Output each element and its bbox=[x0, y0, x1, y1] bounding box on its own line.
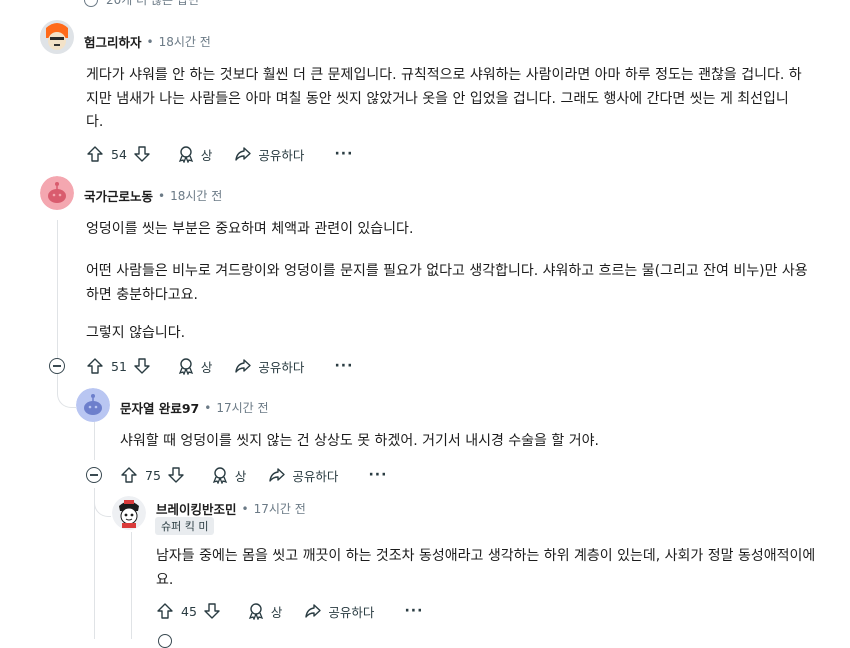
share-button[interactable]: 공유하다 bbox=[234, 357, 304, 376]
avatar[interactable] bbox=[40, 176, 74, 210]
timestamp[interactable]: 18시간 전 bbox=[159, 33, 211, 50]
share-button[interactable]: 공유하다 bbox=[234, 145, 304, 164]
avatar[interactable] bbox=[40, 20, 74, 54]
comment-meta: 국가근로노동 • 18시간 전 bbox=[84, 186, 222, 205]
thread-elbow bbox=[57, 372, 76, 408]
vote-score: 51 bbox=[111, 358, 127, 374]
upvote-icon bbox=[87, 358, 103, 374]
user-flair: 슈퍼 킥 미 bbox=[155, 517, 215, 535]
comment-meta: 문자열 완료97 • 17시간 전 bbox=[120, 398, 269, 417]
award-label: 상 bbox=[200, 147, 213, 163]
upvote-icon bbox=[157, 603, 173, 619]
share-label: 공유하다 bbox=[258, 359, 305, 375]
more-replies-label: 20개 더 많은 답변 bbox=[106, 0, 199, 7]
snoo-avatar-icon bbox=[40, 176, 74, 210]
comment-body: 남자들 중에는 몸을 씻고 깨끗이 하는 것조차 동성애라고 생각하는 하위 계… bbox=[156, 548, 816, 588]
expand-icon bbox=[84, 0, 98, 7]
downvote-icon bbox=[134, 358, 150, 374]
separator: • bbox=[146, 34, 154, 49]
avatar-character-icon bbox=[40, 20, 74, 54]
downvote-button[interactable] bbox=[203, 602, 221, 620]
upvote-button[interactable] bbox=[86, 145, 104, 163]
award-icon bbox=[178, 358, 194, 375]
separator: • bbox=[241, 501, 249, 516]
vote-score: 75 bbox=[145, 467, 161, 483]
more-options-button[interactable]: ··· bbox=[334, 146, 353, 162]
upvote-button[interactable] bbox=[86, 357, 104, 375]
timestamp[interactable]: 18시간 전 bbox=[170, 187, 222, 204]
avatar-character-icon bbox=[112, 496, 146, 530]
comment-paragraph: 그렇지 않습니다. bbox=[86, 325, 186, 341]
award-label: 상 bbox=[270, 604, 283, 620]
award-label: 상 bbox=[234, 468, 247, 484]
award-button[interactable]: 상 bbox=[177, 145, 213, 164]
author-name[interactable]: 험그리하자 bbox=[84, 32, 142, 51]
downvote-icon bbox=[134, 146, 150, 162]
collapse-thread-button[interactable] bbox=[49, 358, 65, 374]
share-icon bbox=[235, 147, 252, 161]
award-icon bbox=[212, 467, 228, 484]
share-icon bbox=[235, 359, 252, 373]
author-name[interactable]: 문자열 완료97 bbox=[120, 398, 199, 417]
thread-elbow bbox=[94, 488, 111, 517]
separator: • bbox=[204, 400, 212, 415]
share-icon bbox=[305, 604, 322, 618]
author-name[interactable]: 브레이킹반조민 bbox=[156, 499, 237, 518]
share-icon bbox=[269, 468, 286, 482]
upvote-icon bbox=[87, 146, 103, 162]
share-button[interactable]: 공유하다 bbox=[304, 602, 374, 621]
comment-actions: 54 상 공유하다 ··· bbox=[86, 142, 353, 166]
award-icon bbox=[248, 603, 264, 620]
more-options-button[interactable]: ··· bbox=[334, 358, 353, 374]
thread-line bbox=[57, 220, 58, 360]
downvote-button[interactable] bbox=[167, 466, 185, 484]
avatar[interactable] bbox=[76, 388, 110, 422]
thread-line bbox=[131, 532, 132, 639]
author-name[interactable]: 국가근로노동 bbox=[84, 186, 153, 205]
comment-actions: 51 상 공유하다 ··· bbox=[86, 354, 353, 378]
award-button[interactable]: 상 bbox=[177, 357, 213, 376]
comment-body: 샤워할 때 엉덩이를 씻지 않는 건 상상도 못 하겠어. 거기서 내시경 수술… bbox=[120, 433, 599, 449]
timestamp[interactable]: 17시간 전 bbox=[216, 399, 268, 416]
downvote-button[interactable] bbox=[133, 357, 151, 375]
upvote-button[interactable] bbox=[120, 466, 138, 484]
award-button[interactable]: 상 bbox=[247, 602, 283, 621]
comment-paragraph: 엉덩이를 씻는 부분은 중요하며 체액과 관련이 있습니다. bbox=[86, 221, 414, 237]
downvote-icon bbox=[204, 603, 220, 619]
timestamp[interactable]: 17시간 전 bbox=[254, 500, 306, 517]
downvote-icon bbox=[168, 467, 184, 483]
award-icon bbox=[178, 146, 194, 163]
share-label: 공유하다 bbox=[328, 604, 375, 620]
award-label: 상 bbox=[200, 359, 213, 375]
vote-score: 54 bbox=[111, 146, 127, 162]
comment-meta: 브레이킹반조민 • 17시간 전 bbox=[156, 499, 306, 518]
comment-body: 게다가 샤워를 안 하는 것보다 훨씬 더 큰 문제입니다. 규칙적으로 샤워하… bbox=[86, 67, 802, 130]
more-replies-link[interactable]: 20개 더 많은 답변 bbox=[84, 0, 199, 8]
comment-meta: 험그리하자 • 18시간 전 bbox=[84, 32, 211, 51]
thread-line bbox=[94, 420, 95, 460]
share-label: 공유하다 bbox=[258, 147, 305, 163]
downvote-button[interactable] bbox=[133, 145, 151, 163]
comment-actions: 45 상 공유하다 ··· bbox=[156, 599, 423, 623]
thread-line[interactable] bbox=[94, 488, 95, 639]
share-button[interactable]: 공유하다 bbox=[268, 466, 338, 485]
more-options-button[interactable]: ··· bbox=[368, 467, 387, 483]
upvote-icon bbox=[121, 467, 137, 483]
award-button[interactable]: 상 bbox=[211, 466, 247, 485]
avatar[interactable] bbox=[112, 496, 146, 530]
next-reply-partial bbox=[158, 634, 172, 648]
more-options-button[interactable]: ··· bbox=[404, 603, 423, 619]
upvote-button[interactable] bbox=[156, 602, 174, 620]
share-label: 공유하다 bbox=[292, 468, 339, 484]
snoo-avatar-icon bbox=[76, 388, 110, 422]
comment-paragraph: 어떤 사람들은 비누로 겨드랑이와 엉덩이를 문지를 필요가 없다고 생각합니다… bbox=[86, 263, 808, 303]
vote-score: 45 bbox=[181, 603, 197, 619]
separator: • bbox=[158, 188, 166, 203]
collapse-thread-button[interactable] bbox=[86, 467, 102, 483]
comment-actions: 75 상 공유하다 ··· bbox=[120, 463, 387, 487]
